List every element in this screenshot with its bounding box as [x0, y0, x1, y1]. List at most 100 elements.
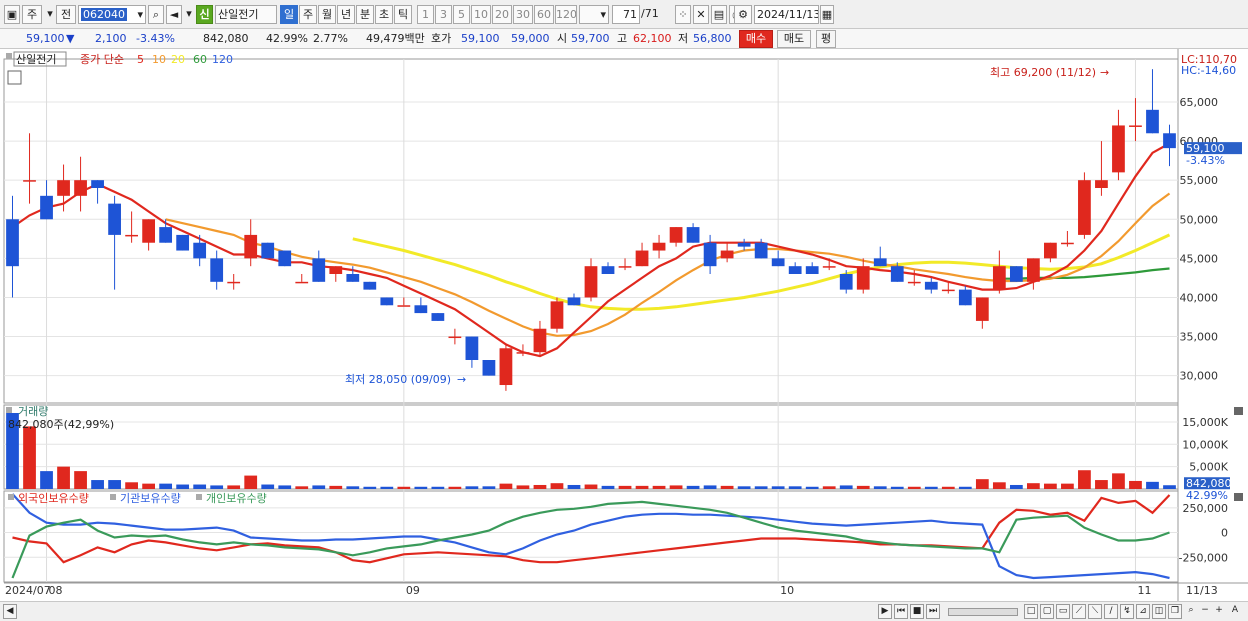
pane-marker-icon	[110, 494, 116, 500]
timeframe-label: 월	[321, 8, 333, 21]
interval-60[interactable]: 60	[534, 5, 554, 24]
volume-bar	[244, 475, 258, 489]
prev-select[interactable]: 전	[56, 5, 76, 24]
candle-body	[499, 348, 513, 386]
price-tag-pct: -3.43%	[1186, 154, 1225, 167]
candle-body	[465, 336, 479, 360]
interval-1[interactable]: 1	[417, 5, 434, 24]
fast-forward-icon[interactable]: ⏭	[926, 604, 940, 619]
timeframe-second[interactable]: 초	[375, 5, 393, 24]
stock-chart[interactable]: 65,00060,00055,00050,00045,00040,00035,0…	[0, 49, 1248, 601]
rewind-icon[interactable]: ⏮	[894, 604, 908, 619]
font-icon[interactable]: A	[1228, 604, 1242, 619]
stop-icon[interactable]: ■	[910, 604, 924, 619]
search-icon[interactable]: ⌕	[148, 5, 164, 24]
period-select[interactable]: 주	[22, 5, 42, 24]
speaker-icon[interactable]: ◄	[166, 5, 182, 24]
interval-30[interactable]: 30	[513, 5, 533, 24]
dropdown-icon[interactable]: ▾	[137, 6, 145, 23]
volume-bar	[1112, 473, 1125, 489]
high-price: 62,100	[633, 32, 672, 45]
save-icon[interactable]: ▤	[711, 5, 727, 24]
top-toolbar: ▣ 주 ▾ 전 062040 ▾ ⌕ ◄ ▾ 신 산일전기 일 주 월 년 분 초…	[0, 0, 1248, 29]
candle-body	[1078, 180, 1091, 235]
draw-tool-icon-2[interactable]: ↯	[1120, 604, 1134, 619]
draw-tool-icon[interactable]: ∕	[1104, 604, 1118, 619]
zoom-out-icon[interactable]: −	[1198, 604, 1212, 619]
grid-icon[interactable]: ⁘	[675, 5, 691, 24]
candle-body	[159, 227, 173, 243]
volume-bar	[618, 485, 632, 489]
draw-icon[interactable]: ⟍	[1088, 604, 1102, 619]
scroll-right-icon[interactable]: ▶	[878, 604, 892, 619]
candle-body	[652, 242, 666, 251]
timeframe-year[interactable]: 년	[337, 5, 355, 24]
interval-input[interactable]: ▾	[579, 5, 609, 24]
copy-icon[interactable]: ❐	[1168, 604, 1182, 619]
timeframe-day[interactable]: 일	[280, 5, 298, 24]
sell-button[interactable]: 매도	[777, 30, 811, 48]
volume-bar	[567, 484, 581, 489]
buy-button[interactable]: 매수	[739, 30, 773, 48]
candle-body	[720, 250, 734, 259]
calendar-icon[interactable]: ▦	[820, 5, 834, 24]
magnify-icon[interactable]: ⌕	[1184, 604, 1198, 619]
gear-icon[interactable]: ⚙	[734, 5, 752, 24]
chart-area[interactable]: 65,000 60,000 55,000 50,000 45,000 40,000 35,0…	[0, 49, 1248, 601]
trade-amount: 49,479백만	[366, 32, 425, 45]
interval-20[interactable]: 20	[492, 5, 512, 24]
scroll-left-icon[interactable]: ◀	[3, 604, 17, 619]
timeframe-minute[interactable]: 분	[356, 5, 374, 24]
eval-button[interactable]: 평	[816, 30, 836, 48]
candle-body	[414, 305, 428, 314]
zoom-in-icon[interactable]: +	[1212, 604, 1226, 619]
candle-body	[686, 227, 700, 243]
page-counter-input[interactable]: 71	[612, 5, 640, 24]
price-tick-label: 65,000	[1180, 96, 1219, 109]
volume-bar	[176, 484, 190, 489]
volume-bar	[1009, 484, 1023, 489]
volume-bar	[465, 486, 479, 489]
box-icon-2[interactable]: ▢	[1040, 604, 1054, 619]
volume-bar	[40, 471, 53, 489]
volume-bar	[482, 486, 496, 489]
price-change-pct: -3.43%	[136, 32, 175, 45]
stock-code-input[interactable]: 062040 ▾	[78, 5, 146, 24]
stock-name[interactable]: 산일전기	[215, 5, 277, 24]
interval-5[interactable]: 5	[453, 5, 470, 24]
timeframe-tick[interactable]: 틱	[394, 5, 412, 24]
candle-body	[244, 234, 258, 259]
date-input[interactable]: 2024/11/13	[754, 5, 819, 24]
draw-tool-icon-3[interactable]: ⊿	[1136, 604, 1150, 619]
box-icon[interactable]: □	[1024, 604, 1038, 619]
volume-bar	[550, 483, 564, 489]
timeframe-month[interactable]: 월	[318, 5, 336, 24]
window-icon[interactable]: ▣	[4, 5, 20, 24]
cross-icon[interactable]: ✕	[693, 5, 709, 24]
volume-bar	[601, 485, 615, 489]
volume-bar	[278, 485, 292, 489]
timeframe-week[interactable]: 주	[299, 5, 317, 24]
zoom-slider[interactable]	[948, 608, 1018, 616]
volume-pane	[3, 404, 1179, 490]
period-label: 주	[26, 8, 38, 21]
interval-10[interactable]: 10	[471, 5, 491, 24]
candle-body	[1163, 133, 1176, 149]
bottom-scrollbar[interactable]: ◀ ▶ ⏮ ■ ⏭ □ ▢ ▭ ⟋ ⟍ ∕ ↯ ⊿ ◫ ❐ ⌕ − + A	[0, 601, 1248, 621]
interval-3[interactable]: 3	[435, 5, 452, 24]
candle-body	[125, 234, 138, 237]
dropdown-icon[interactable]: ▾	[184, 5, 194, 24]
dropdown-icon[interactable]: ▾	[600, 6, 608, 23]
candle-body	[567, 297, 581, 306]
chart-grid	[3, 49, 1248, 601]
shapes-icon[interactable]: ◫	[1152, 604, 1166, 619]
high-label: 고	[617, 32, 628, 45]
box-icon-3[interactable]: ▭	[1056, 604, 1070, 619]
draw-line-icon[interactable]: ⟋	[1072, 604, 1086, 619]
volume-bar	[975, 479, 989, 489]
legend-ma-period: 10	[152, 53, 166, 66]
volume-bar	[958, 486, 972, 489]
dropdown-icon[interactable]: ▾	[44, 5, 56, 24]
interval-120[interactable]: 120	[555, 5, 577, 24]
page-total-label: /71	[641, 7, 659, 20]
